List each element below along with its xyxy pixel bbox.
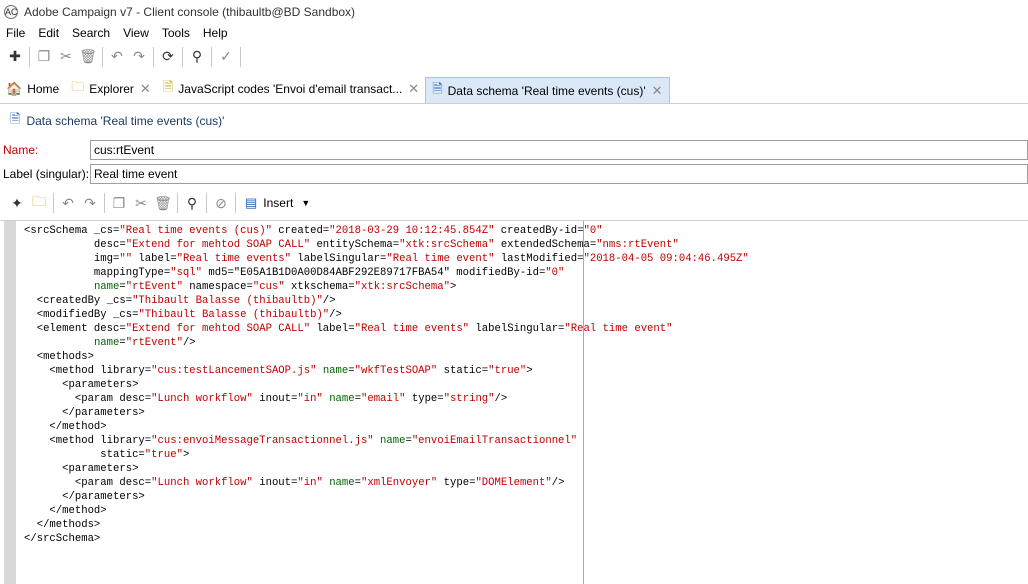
cut-icon[interactable]: ✂ — [55, 46, 77, 68]
tab-label: Data schema 'Real time events (cus)' — [447, 83, 646, 98]
insert-label: Insert — [263, 196, 294, 210]
code-line: desc="Extend for mehtod SOAP CALL" entit… — [24, 239, 679, 251]
redo-icon[interactable]: ↷ — [128, 46, 150, 68]
code-line: <parameters> — [24, 463, 139, 475]
tab-javascript-codes[interactable]: 🗎 JavaScript codes 'Envoi d'email transa… — [157, 74, 425, 103]
toolbar-separator — [104, 193, 105, 213]
label-singular-label: Label (singular): — [3, 167, 90, 181]
code-line: </method> — [24, 421, 107, 433]
tab-data-schema[interactable]: 🗎 Data schema 'Real time events (cus)' ✕ — [425, 77, 670, 103]
code-line: </methods> — [24, 519, 101, 531]
copy-icon[interactable]: ❐ — [33, 46, 55, 68]
toolbar-separator — [211, 46, 212, 67]
code-line: <param desc="Lunch workflow" inout="in" … — [24, 477, 565, 489]
tab-label: Home — [27, 81, 60, 96]
javascript-icon: 🗎 — [162, 78, 174, 94]
close-icon[interactable]: ✕ — [140, 81, 151, 97]
code-line: name="rtEvent" namespace="cus" xtkschema… — [93, 281, 457, 293]
toolbar-separator — [240, 46, 241, 67]
label-row: Label (singular): — [0, 163, 1028, 185]
name-field[interactable] — [90, 140, 1028, 160]
name-label: Name: — [3, 143, 39, 157]
editor-toolbar: ✦ 🗀 ↶ ↷ ❐ ✂ 🗑 ⚲ ⊘ ▤ Insert ▼ — [0, 190, 1028, 216]
code-line: <element desc="Extend for mehtod SOAP CA… — [24, 323, 673, 335]
code-line: </parameters> — [24, 491, 145, 503]
code-line: <param desc="Lunch workflow" inout="in" … — [24, 393, 508, 405]
menu-bar: File Edit Search View Tools Help — [0, 24, 1028, 42]
chevron-down-icon: ▼ — [301, 198, 311, 208]
code-line: static="true"> — [24, 449, 190, 461]
check-icon[interactable]: ⊘ — [210, 192, 232, 214]
folder-icon: 🗀 — [71, 78, 85, 94]
new-icon[interactable]: ✚ — [4, 46, 26, 68]
title-bar: AC Adobe Campaign v7 - Client console (t… — [0, 0, 1028, 23]
schema-icon: 🗎 — [10, 111, 21, 126]
delete-icon[interactable]: 🗑 — [77, 46, 99, 68]
toolbar-separator — [206, 193, 207, 213]
tab-label: Explorer — [89, 81, 134, 96]
copy-icon[interactable]: ❐ — [108, 192, 130, 214]
insert-icon: ▤ — [245, 195, 258, 210]
main-toolbar: ✚ ❐ ✂ 🗑 ↶ ↷ ⟳ ⚲ ✓ — [0, 43, 1028, 70]
toolbar-separator — [29, 46, 30, 67]
menu-view[interactable]: View — [123, 26, 149, 40]
document-title: Data schema 'Real time events (cus)' — [26, 114, 225, 128]
tab-bar: 🏠 Home 🗀 Explorer ✕ 🗎 JavaScript codes '… — [0, 74, 1028, 104]
close-icon[interactable]: ✕ — [408, 81, 419, 97]
code-line: mappingType="sql" md5="E05A1B1D0A00D84AB… — [24, 267, 565, 279]
code-line: <method library="cus:envoiMessageTransac… — [24, 435, 578, 447]
tab-label: JavaScript codes 'Envoi d'email transact… — [178, 81, 403, 96]
code-line: <modifiedBy _cs="Thibault Balasse (thiba… — [24, 309, 342, 321]
menu-tools[interactable]: Tools — [162, 26, 190, 40]
add-element-icon[interactable]: ✦ — [6, 192, 28, 214]
menu-edit[interactable]: Edit — [38, 26, 59, 40]
document-header: 🗎 Data schema 'Real time events (cus)' — [0, 110, 1028, 132]
refresh-icon[interactable]: ⟳ — [157, 46, 179, 68]
cut-icon[interactable]: ✂ — [130, 192, 152, 214]
delete-icon[interactable]: 🗑 — [152, 192, 174, 214]
schema-icon: 🗎 — [432, 80, 443, 96]
code-line: img="" label="Real time events" labelSin… — [24, 253, 749, 265]
toolbar-separator — [235, 193, 236, 213]
toolbar-separator — [177, 193, 178, 213]
menu-help[interactable]: Help — [203, 26, 228, 40]
code-line: <srcSchema _cs="Real time events (cus)" … — [24, 225, 603, 237]
tab-explorer[interactable]: 🗀 Explorer ✕ — [65, 74, 157, 103]
home-icon: 🏠 — [6, 80, 23, 96]
code-line: name="rtEvent"/> — [93, 337, 196, 349]
code-line: <method library="cus:testLancementSAOP.j… — [24, 365, 533, 377]
editor-gutter — [4, 221, 16, 584]
xml-editor[interactable]: <srcSchema _cs="Real time events (cus)" … — [0, 220, 1028, 584]
window-title: Adobe Campaign v7 - Client console (thib… — [24, 4, 356, 19]
toolbar-separator — [53, 193, 54, 213]
menu-file[interactable]: File — [6, 26, 25, 40]
save-icon[interactable]: ✓ — [215, 46, 237, 68]
code-line: <createdBy _cs="Thibault Balasse (thibau… — [24, 295, 336, 307]
undo-icon[interactable]: ↶ — [106, 46, 128, 68]
code-line: </parameters> — [24, 407, 145, 419]
redo-icon[interactable]: ↷ — [79, 192, 101, 214]
close-icon[interactable]: ✕ — [652, 83, 663, 99]
toolbar-separator — [153, 46, 154, 67]
app-logo-icon: AC — [4, 4, 18, 19]
code-line: </method> — [24, 505, 107, 517]
xml-source-code[interactable]: <srcSchema _cs="Real time events (cus)" … — [24, 224, 749, 546]
label-singular-field[interactable] — [90, 164, 1028, 184]
code-line: </srcSchema> — [24, 533, 101, 545]
undo-icon[interactable]: ↶ — [57, 192, 79, 214]
menu-search[interactable]: Search — [72, 26, 110, 40]
insert-button[interactable]: ▤ Insert ▼ — [239, 195, 316, 211]
open-folder-icon[interactable]: 🗀 — [28, 192, 50, 214]
tab-home[interactable]: 🏠 Home — [0, 74, 65, 103]
toolbar-separator — [102, 46, 103, 67]
find-icon[interactable]: ⚲ — [186, 46, 208, 68]
code-line: <methods> — [24, 351, 94, 363]
find-icon[interactable]: ⚲ — [181, 192, 203, 214]
name-row: Name: — [0, 139, 1028, 161]
toolbar-separator — [182, 46, 183, 67]
code-line: <parameters> — [24, 379, 139, 391]
